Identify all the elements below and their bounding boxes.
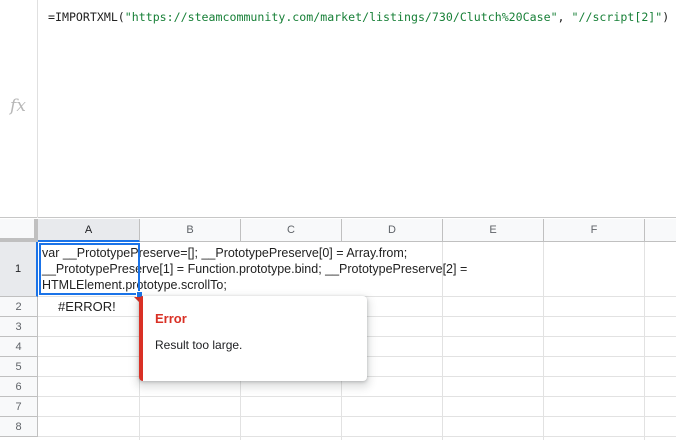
- formula-separator: ,: [557, 10, 572, 24]
- column-header-g-partial[interactable]: [645, 219, 676, 242]
- fx-icon: fx: [10, 96, 26, 116]
- formula-input[interactable]: =IMPORTXML("https://steamcommunity.com/m…: [48, 10, 669, 24]
- fx-area: fx: [0, 0, 38, 218]
- column-header-f[interactable]: F: [544, 219, 645, 242]
- column-header-a[interactable]: A: [38, 219, 140, 242]
- column-headers: A B C D E F: [38, 219, 676, 242]
- cell-a2[interactable]: #ERROR!: [58, 299, 116, 314]
- column-header-e[interactable]: E: [443, 219, 544, 242]
- row-header-7[interactable]: 7: [0, 397, 38, 417]
- row-header-4[interactable]: 4: [0, 337, 38, 357]
- row-header-6[interactable]: 6: [0, 377, 38, 397]
- row-header-1[interactable]: 1: [0, 242, 38, 297]
- formula-arg-url: "https://steamcommunity.com/market/listi…: [124, 10, 558, 24]
- formula-bar: fx =IMPORTXML("https://steamcommunity.co…: [0, 0, 676, 218]
- row-header-3[interactable]: 3: [0, 317, 38, 337]
- row-header-5[interactable]: 5: [0, 357, 38, 377]
- row-divider: [38, 396, 676, 397]
- error-title: Error: [155, 311, 187, 326]
- column-divider: [644, 242, 645, 440]
- row-divider: [38, 416, 676, 417]
- row-divider: [38, 436, 676, 437]
- selected-cell-outline: [39, 243, 140, 295]
- error-message: Result too large.: [155, 338, 243, 352]
- formula-prefix: =IMPORTXML(: [48, 10, 125, 24]
- column-header-c[interactable]: C: [241, 219, 342, 242]
- formula-arg-xpath: "//script[2]": [571, 10, 663, 24]
- select-all-corner[interactable]: [0, 219, 38, 242]
- column-header-d[interactable]: D: [342, 219, 443, 242]
- row-header-2[interactable]: 2: [0, 297, 38, 317]
- formula-suffix: ): [662, 10, 670, 24]
- error-tooltip: Error Result too large.: [139, 296, 367, 381]
- row-header-8[interactable]: 8: [0, 417, 38, 437]
- column-header-b[interactable]: B: [140, 219, 241, 242]
